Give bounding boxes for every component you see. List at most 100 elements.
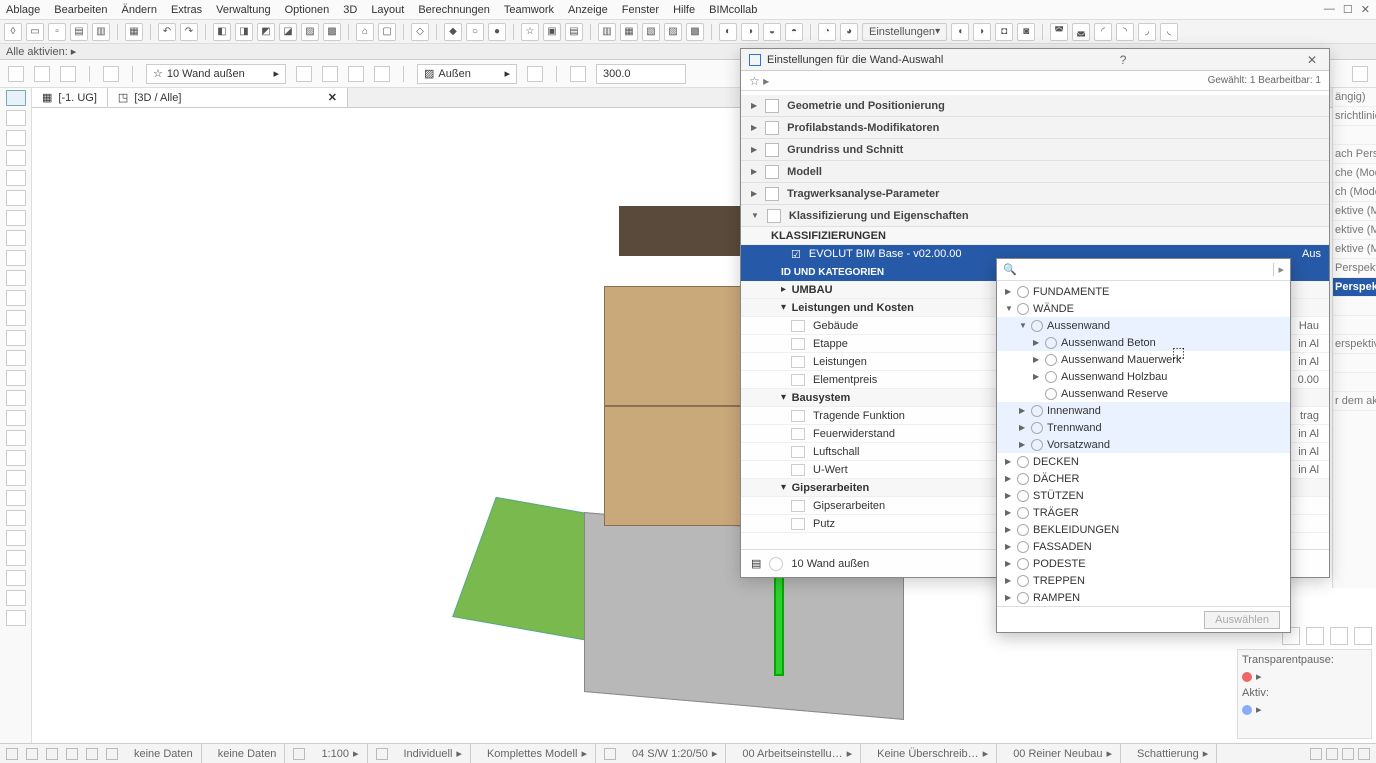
close-icon[interactable]: ✕: [1303, 53, 1321, 67]
tool-icon[interactable]: ◔: [818, 23, 836, 41]
tool-icon[interactable]: ◞: [1138, 23, 1156, 41]
tool-icon[interactable]: ◐: [719, 23, 737, 41]
status-cell[interactable]: Schattierung ▸: [1129, 744, 1217, 763]
section-structural[interactable]: Tragwerksanalyse-Parameter: [741, 183, 1329, 205]
tree-node[interactable]: ▶TREPPEN: [997, 572, 1290, 589]
expand-icon[interactable]: [1352, 66, 1368, 82]
redo-icon[interactable]: ↷: [180, 23, 198, 41]
tool-icon[interactable]: ◩: [257, 23, 275, 41]
shell-tool[interactable]: [6, 230, 26, 246]
tree-node[interactable]: ▶Aussenwand Holzbau: [997, 368, 1290, 385]
open-icon[interactable]: ▭: [26, 23, 44, 41]
menu-item[interactable]: Hilfe: [673, 4, 695, 16]
skylight-tool[interactable]: [6, 430, 26, 446]
status-icon[interactable]: [106, 748, 118, 760]
tool-icon[interactable]: ◑: [741, 23, 759, 41]
tool-icon[interactable]: ▧: [642, 23, 660, 41]
zone-tool[interactable]: [6, 350, 26, 366]
tool-icon[interactable]: ▦: [620, 23, 638, 41]
section-floorplan[interactable]: Grundriss und Schnitt: [741, 139, 1329, 161]
menu-item[interactable]: Extras: [171, 4, 202, 16]
select-button[interactable]: Auswählen: [1204, 611, 1280, 629]
menu-item[interactable]: Anzeige: [568, 4, 608, 16]
tree-node[interactable]: ▼WÄNDE: [997, 300, 1290, 317]
tool-icon[interactable]: ◪: [279, 23, 297, 41]
tree-node[interactable]: ▼Aussenwand: [997, 317, 1290, 334]
menu-item[interactable]: BIMcollab: [709, 4, 757, 16]
opening-tool[interactable]: [6, 450, 26, 466]
tree-node[interactable]: ▶FUNDAMENTE: [997, 283, 1290, 300]
wall-tool[interactable]: [6, 130, 26, 146]
new-icon[interactable]: ◊: [4, 23, 22, 41]
tree-node[interactable]: ▶Trennwand: [997, 419, 1290, 436]
tab-plan[interactable]: ▦[-1. UG]: [32, 88, 108, 107]
panel-btn[interactable]: [1330, 627, 1348, 645]
tool-icon[interactable]: ◝: [1116, 23, 1134, 41]
selector-icon[interactable]: [60, 66, 76, 82]
favorite-icon[interactable]: ☆ ▸: [749, 74, 769, 88]
menu-item[interactable]: Fenster: [622, 4, 659, 16]
settings-dropdown[interactable]: Einstellungen ▾: [862, 23, 947, 41]
reference-icon[interactable]: [527, 66, 543, 82]
maximize-icon[interactable]: ☐: [1343, 3, 1353, 16]
close-icon[interactable]: ✕: [1361, 3, 1370, 16]
status-icon[interactable]: [66, 748, 78, 760]
layer-icon[interactable]: ▤: [751, 557, 761, 570]
tool-icon[interactable]: ▩: [323, 23, 341, 41]
status-icon[interactable]: [26, 748, 38, 760]
tree-node[interactable]: ▶TRÄGER: [997, 504, 1290, 521]
tree-node[interactable]: ▶BEKLEIDUNGEN: [997, 521, 1290, 538]
save-icon[interactable]: ▫: [48, 23, 66, 41]
morph-tool[interactable]: [6, 310, 26, 326]
favorite-dropdown[interactable]: ☆10 Wand außen▸: [146, 64, 286, 84]
lamp-tool[interactable]: [6, 490, 26, 506]
line-tool[interactable]: [6, 610, 26, 626]
plot-icon[interactable]: ▥: [92, 23, 110, 41]
marquee-tool[interactable]: [6, 110, 26, 126]
status-icon[interactable]: [46, 748, 58, 760]
beam-tool[interactable]: [6, 170, 26, 186]
selector-icon[interactable]: [34, 66, 50, 82]
tool-icon[interactable]: ◟: [1160, 23, 1178, 41]
status-cell[interactable]: 00 Arbeitseinstellu… ▸: [734, 744, 861, 763]
tree-node[interactable]: Aussenwand Reserve: [997, 385, 1290, 402]
minimize-icon[interactable]: —: [1324, 3, 1335, 16]
selector-icon[interactable]: [8, 66, 24, 82]
layer-dropdown[interactable]: ▨Außen▸: [417, 64, 517, 84]
tool-icon[interactable]: ◘: [995, 23, 1013, 41]
panel-btn[interactable]: [1354, 627, 1372, 645]
tree-node[interactable]: ▶DECKEN: [997, 453, 1290, 470]
scale-cell[interactable]: 1:100 ▸: [313, 744, 367, 763]
curtain-tool[interactable]: [6, 290, 26, 306]
status-icon[interactable]: [604, 748, 616, 760]
tool-icon[interactable]: ○: [466, 23, 484, 41]
tool-icon[interactable]: ◖: [951, 23, 969, 41]
dimension-tool[interactable]: [6, 510, 26, 526]
status-icon[interactable]: [6, 748, 18, 760]
window-tool[interactable]: [6, 410, 26, 426]
status-icon[interactable]: [1310, 748, 1322, 760]
status-cell[interactable]: Individuell ▸: [396, 744, 471, 763]
menu-item[interactable]: Ändern: [121, 4, 156, 16]
menu-item[interactable]: Bearbeiten: [54, 4, 107, 16]
tool-icon[interactable]: ◛: [1072, 23, 1090, 41]
print-icon[interactable]: ▤: [70, 23, 88, 41]
stair-tool[interactable]: [6, 250, 26, 266]
tool-icon[interactable]: ◇: [411, 23, 429, 41]
tree-node[interactable]: ▶DÄCHER: [997, 470, 1290, 487]
status-icon[interactable]: [293, 748, 305, 760]
level-tool[interactable]: [6, 530, 26, 546]
menu-item[interactable]: Teamwork: [504, 4, 554, 16]
help-icon[interactable]: ?: [1116, 53, 1131, 67]
object-tool[interactable]: [6, 330, 26, 346]
classification-tree[interactable]: ▶FUNDAMENTE▼WÄNDE▼Aussenwand ▶Aussenwand …: [997, 281, 1290, 606]
tool-icon[interactable]: ▥: [598, 23, 616, 41]
tool-icon[interactable]: ◨: [235, 23, 253, 41]
tool-icon[interactable]: ▢: [378, 23, 396, 41]
status-cell[interactable]: 04 S/W 1:20/50 ▸: [624, 744, 726, 763]
status-cell[interactable]: Komplettes Modell ▸: [479, 744, 596, 763]
tool-icon[interactable]: ▨: [664, 23, 682, 41]
tree-node[interactable]: ▶FASSADEN: [997, 538, 1290, 555]
section-classification[interactable]: Klassifizierung und Eigenschaften: [741, 205, 1329, 227]
tool-icon[interactable]: ◓: [785, 23, 803, 41]
